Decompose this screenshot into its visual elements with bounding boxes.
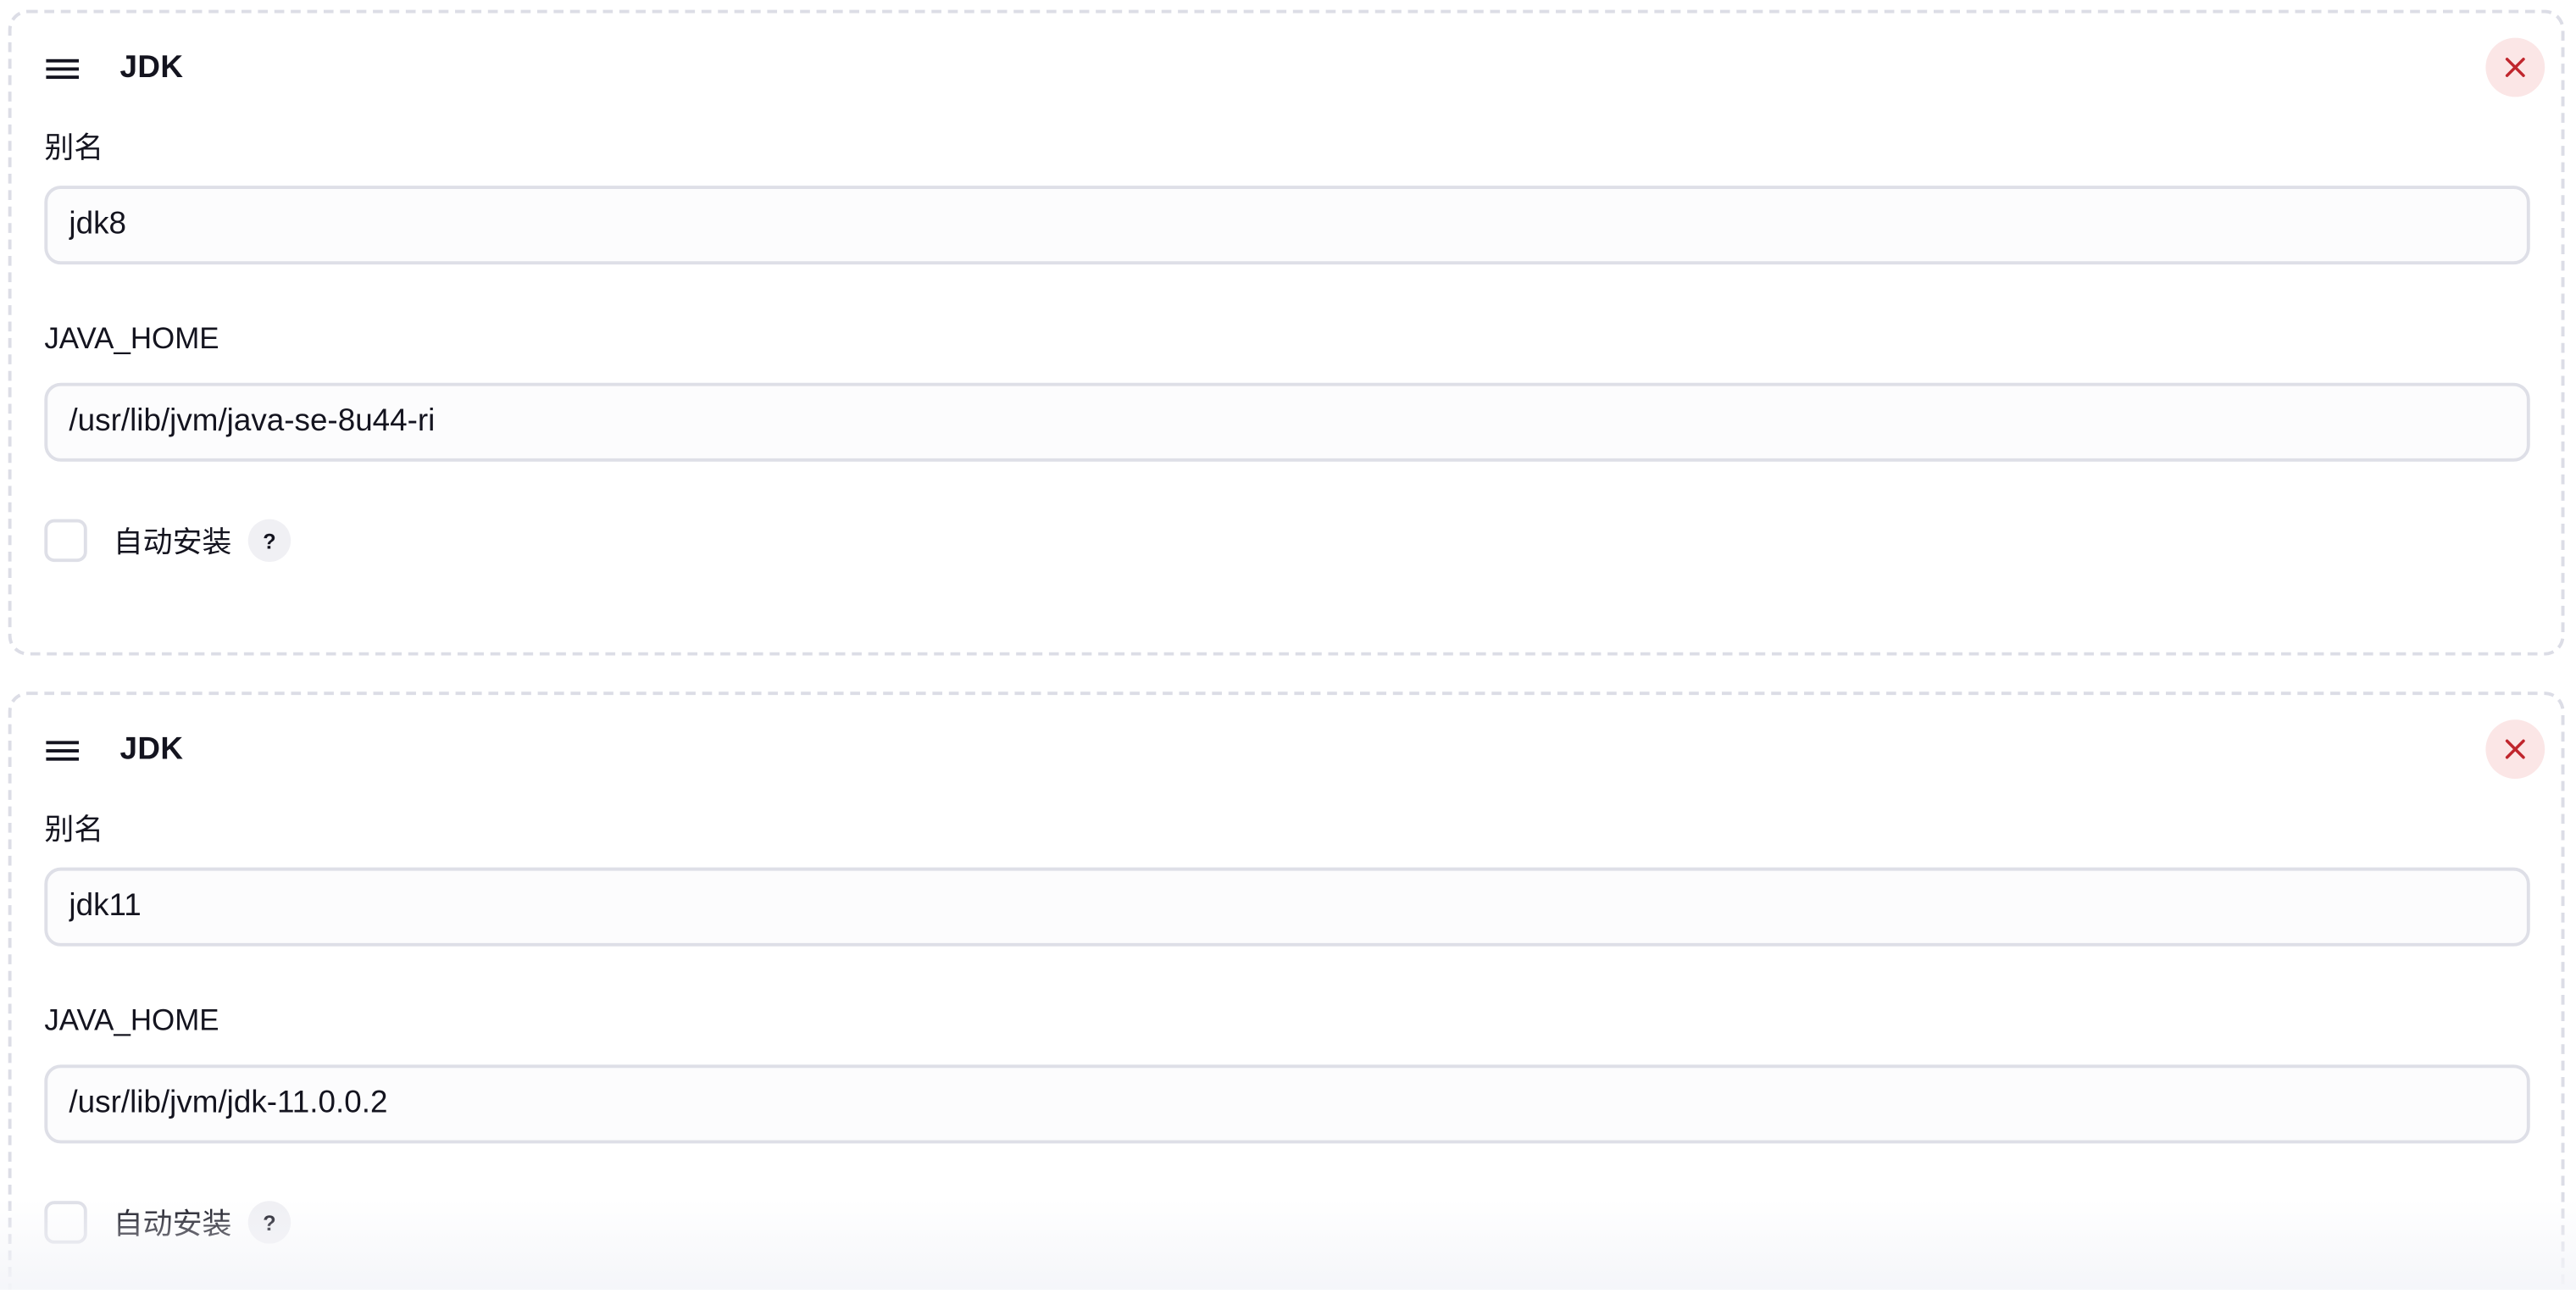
auto-install-row: 自动安装 ? xyxy=(44,516,291,565)
card-title: JDK xyxy=(119,732,184,768)
card-header: JDK xyxy=(44,37,2545,97)
alias-label: 别名 xyxy=(44,813,104,847)
close-icon xyxy=(2505,739,2525,759)
auto-install-checkbox[interactable] xyxy=(44,1201,87,1244)
delete-jdk-button[interactable] xyxy=(2485,37,2545,97)
auto-install-label[interactable]: 自动安装 xyxy=(114,1201,232,1243)
java-home-input[interactable] xyxy=(44,382,2530,462)
alias-input[interactable] xyxy=(44,186,2530,265)
java-home-label: JAVA_HOME xyxy=(44,322,219,355)
java-home-label: JAVA_HOME xyxy=(44,1003,219,1037)
auto-install-help-button[interactable]: ? xyxy=(247,1201,291,1244)
jdk-installations-page: JDK 别名 JAVA_HOME 自动安装 ? xyxy=(0,0,2576,1290)
auto-install-label[interactable]: 自动安装 xyxy=(114,519,232,562)
jdk-installation-card: JDK 别名 JAVA_HOME 自动安装 ? xyxy=(8,9,2565,656)
auto-install-help-button[interactable]: ? xyxy=(247,519,291,563)
close-icon xyxy=(2505,58,2525,77)
drag-handle-icon[interactable] xyxy=(44,51,80,87)
alias-input[interactable] xyxy=(44,867,2530,947)
auto-install-row: 自动安装 ? xyxy=(44,1197,291,1247)
jdk-installation-card: JDK 别名 JAVA_HOME 自动安装 ? xyxy=(8,691,2565,1290)
card-title: JDK xyxy=(119,51,184,86)
alias-label: 别名 xyxy=(44,131,104,164)
auto-install-checkbox[interactable] xyxy=(44,519,87,563)
delete-jdk-button[interactable] xyxy=(2485,719,2545,779)
card-header: JDK xyxy=(44,719,2545,779)
drag-handle-icon[interactable] xyxy=(44,733,80,769)
java-home-input[interactable] xyxy=(44,1064,2530,1144)
